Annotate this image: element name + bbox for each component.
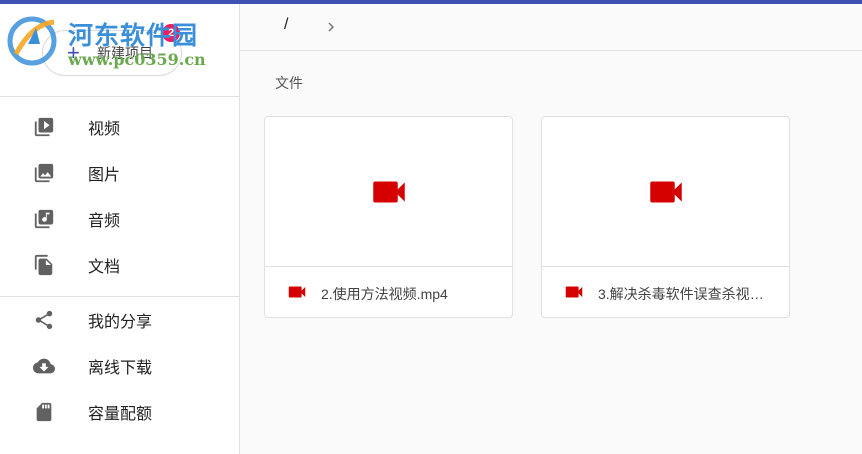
new-item-label: 新建项目 xyxy=(97,45,153,61)
sidebar-item-document[interactable]: 文档 xyxy=(0,242,239,288)
share-icon xyxy=(35,310,53,330)
breadcrumb: / xyxy=(240,4,862,51)
plus-icon: + xyxy=(67,40,80,65)
sidebar-item-label: 我的分享 xyxy=(88,314,153,331)
section-title: 文件 xyxy=(275,75,303,91)
sidebar-item-label: 视频 xyxy=(88,121,121,138)
sd-card-icon xyxy=(36,402,52,422)
sidebar-item-label: 文档 xyxy=(88,259,121,276)
videocam-icon xyxy=(288,286,306,298)
file-name: 3.解决杀毒软件误查杀视频.mp4 xyxy=(598,286,773,302)
sidebar-item-label: 容量配额 xyxy=(88,406,153,423)
file-thumbnail xyxy=(265,117,512,267)
file-card-footer: 3.解决杀毒软件误查杀视频.mp4 xyxy=(542,267,789,317)
chevron-right-icon xyxy=(328,22,334,32)
sidebar-item-image[interactable]: 图片 xyxy=(0,150,239,196)
sidebar: + 新建项目 2 河东软件园 www.pc0359.cn 视频 图片 音频 文档… xyxy=(0,4,240,454)
sidebar-item-quota[interactable]: 容量配额 xyxy=(0,389,239,435)
sidebar-item-share[interactable]: 我的分享 xyxy=(0,297,239,343)
cloud-download-icon xyxy=(33,358,55,374)
videocam-icon xyxy=(373,181,405,203)
sidebar-item-video[interactable]: 视频 xyxy=(0,104,239,150)
videocam-icon xyxy=(650,181,682,203)
sidebar-item-label: 图片 xyxy=(88,167,121,184)
library-music-icon xyxy=(34,209,54,229)
file-copy-icon xyxy=(34,254,53,276)
file-thumbnail xyxy=(542,117,789,267)
new-item-button[interactable]: + 新建项目 xyxy=(42,30,182,76)
sidebar-item-music[interactable]: 音频 xyxy=(0,196,239,242)
videocam-icon xyxy=(565,286,583,298)
breadcrumb-root[interactable]: / xyxy=(284,16,288,34)
main-content: / 文件 2.使用方法视频.mp4 3.解决杀毒软件误查杀视频.mp4 xyxy=(240,4,862,454)
notification-badge: 2 xyxy=(162,24,180,42)
file-name: 2.使用方法视频.mp4 xyxy=(321,286,448,302)
video-library-icon xyxy=(34,117,54,137)
photo-library-icon xyxy=(34,163,54,183)
sidebar-divider xyxy=(0,96,240,97)
sidebar-item-label: 音频 xyxy=(88,213,121,230)
file-card[interactable]: 3.解决杀毒软件误查杀视频.mp4 xyxy=(541,116,790,318)
sidebar-item-download[interactable]: 离线下载 xyxy=(0,343,239,389)
sidebar-item-label: 离线下载 xyxy=(88,360,153,377)
file-card-footer: 2.使用方法视频.mp4 xyxy=(265,267,512,317)
file-card[interactable]: 2.使用方法视频.mp4 xyxy=(264,116,513,318)
